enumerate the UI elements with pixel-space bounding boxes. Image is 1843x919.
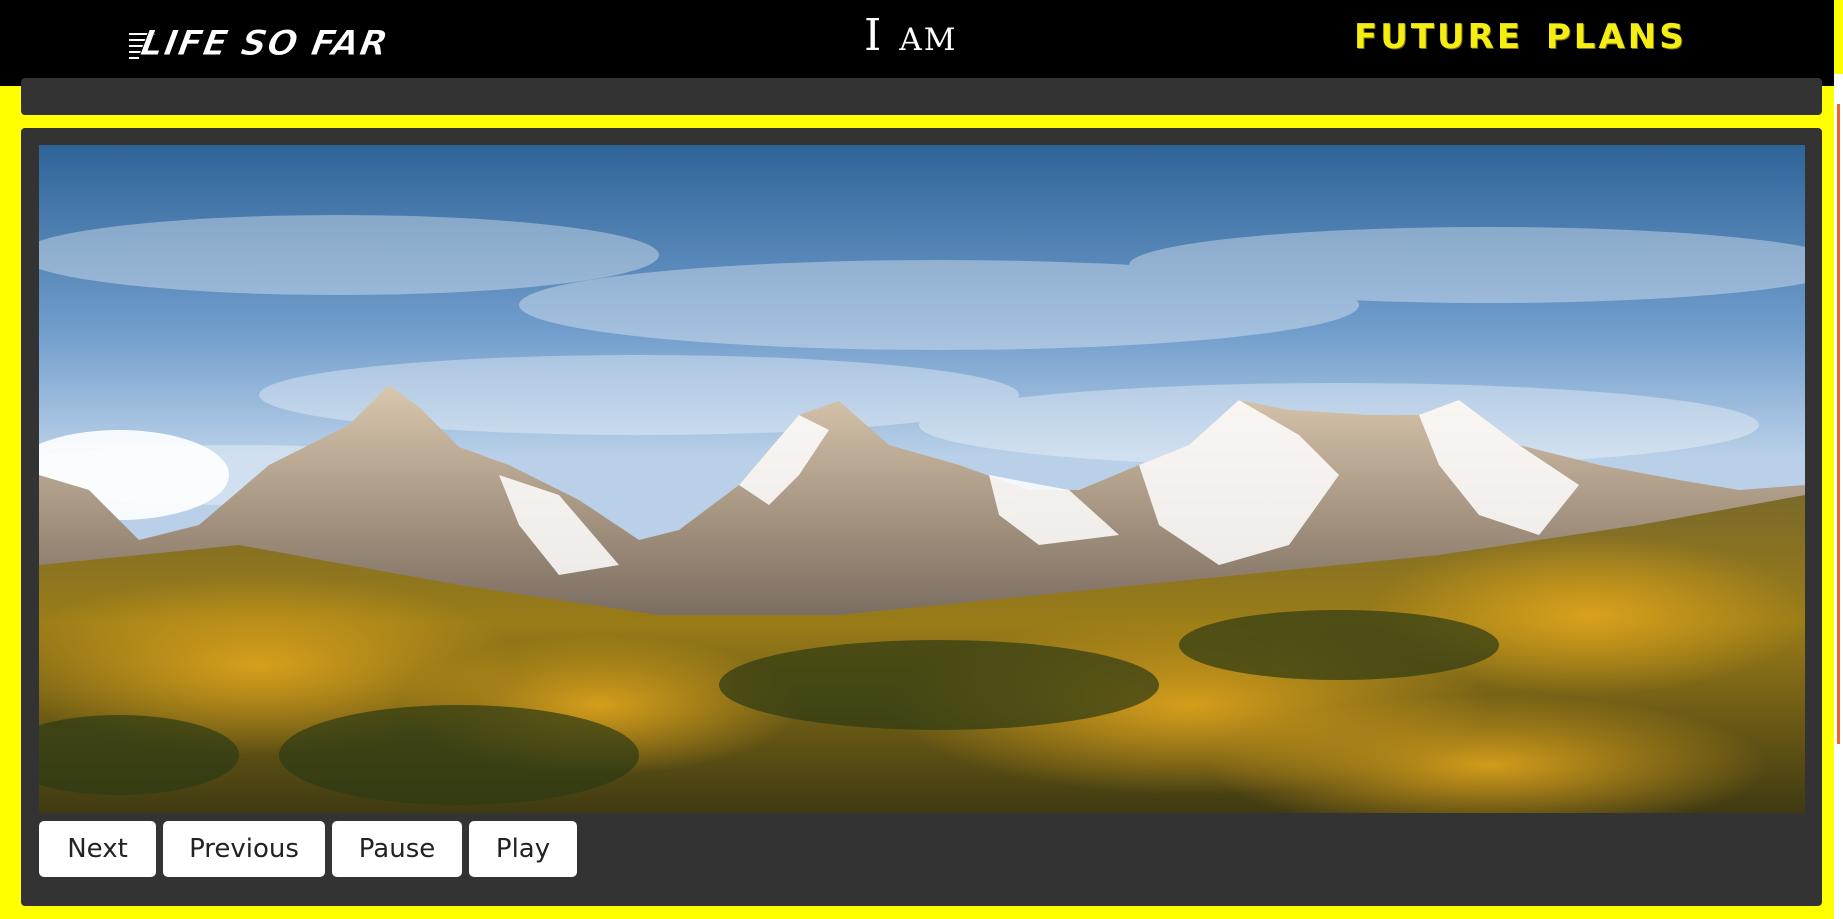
slideshow-image-mountains [39,145,1805,813]
play-button[interactable]: Play [469,821,577,877]
mountain-landscape-illustration [39,145,1805,813]
top-content-panel [21,78,1822,115]
nav-link-life-so-far-label: Life So Far [137,23,392,64]
nav-link-future-plans[interactable]: Future Plans [1354,20,1687,54]
nav-link-life-so-far[interactable]: Life So Far [129,20,392,68]
scrollbar-thumb[interactable] [1837,104,1840,744]
page: Life So Far I am Future Plans [0,0,1843,919]
pause-button[interactable]: Pause [332,821,462,877]
next-button[interactable]: Next [39,821,156,877]
previous-button[interactable]: Previous [163,821,325,877]
slideshow-controls: Next Previous Pause Play [39,821,577,877]
top-navigation-bar: Life So Far I am Future Plans [0,0,1834,86]
page-edge-scrollbar[interactable] [1834,74,1843,919]
slideshow-panel: Next Previous Pause Play [21,128,1822,906]
nav-link-i-am[interactable]: I am [864,14,958,58]
